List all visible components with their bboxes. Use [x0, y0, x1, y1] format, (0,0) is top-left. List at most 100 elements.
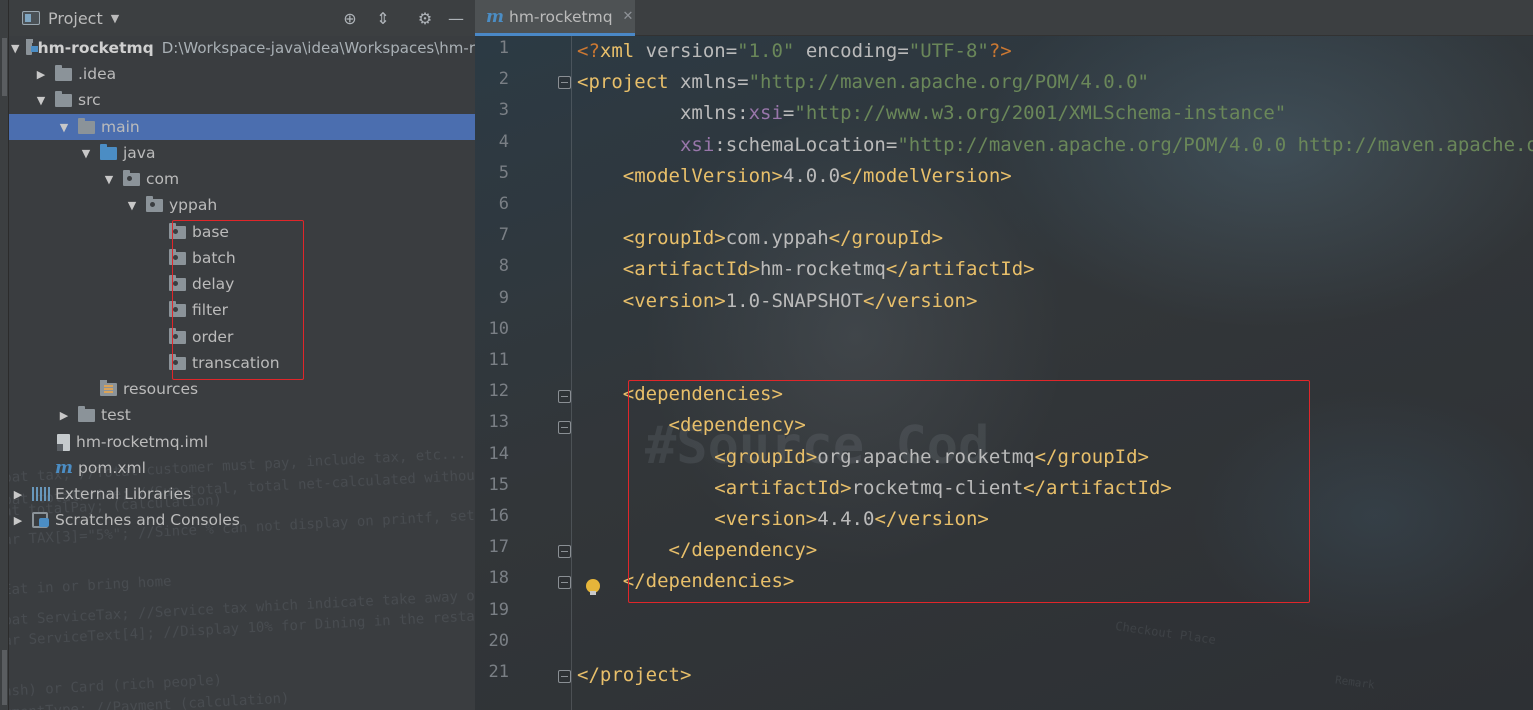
fold-marker[interactable]: [558, 670, 571, 683]
code-token: ?>: [988, 40, 1012, 62]
line-number: 18: [488, 568, 509, 589]
maven-icon: m: [486, 6, 504, 27]
tree-item-label: hm-rocketmq: [37, 39, 154, 57]
fold-marker[interactable]: [558, 390, 571, 403]
minimize-icon[interactable]: —: [446, 9, 466, 29]
package-icon: [169, 353, 186, 370]
wallpaper-text: ar ServiceText[4]; //Display 10% for Din…: [9, 606, 475, 650]
line-number: 15: [488, 474, 509, 495]
fold-marker[interactable]: [558, 421, 571, 434]
code-line: <dependency>: [577, 410, 806, 441]
package-icon: [169, 248, 186, 265]
tree-item-resources[interactable]: resources: [9, 376, 475, 402]
tree-item-order[interactable]: order: [9, 324, 475, 350]
resources-folder-icon: [100, 379, 117, 396]
tree-item-batch[interactable]: batch: [9, 245, 475, 271]
code-token: xmlns=: [679, 71, 749, 94]
wallpaper-text: ash) or Card (rich people): [9, 672, 223, 700]
tree-item-hm-rocketmq[interactable]: ▼ hm-rocketmq D:\Workspace-java\idea\Works…: [9, 35, 475, 61]
line-number: 10: [488, 318, 509, 339]
left-tool-stripe[interactable]: [0, 0, 9, 710]
code-token: <project: [577, 71, 680, 94]
editor-tab-hm-rocketmq[interactable]: m hm-rocketmq ✕: [475, 0, 635, 36]
code-token: "http://maven.apache.org/POM/4.0.0 http:…: [897, 133, 1533, 156]
gear-icon[interactable]: ⚙: [415, 9, 435, 29]
tree-item-label: com: [146, 170, 180, 188]
tree-item-src[interactable]: ▼ src: [9, 87, 475, 113]
caret-down-icon[interactable]: ▼: [111, 12, 119, 25]
wallpaper-text: oat ServiceTax; //Service tax which indi…: [9, 587, 475, 629]
fold-marker[interactable]: [558, 576, 571, 589]
tree-item-java[interactable]: ▼ java: [9, 140, 475, 166]
expand-arrow-icon[interactable]: ▼: [34, 94, 48, 107]
code-token: 1.0-SNAPSHOT: [725, 289, 863, 312]
expand-arrow-icon[interactable]: ▼: [79, 147, 93, 160]
tree-item-label: hm-rocketmq.iml: [76, 433, 209, 451]
tree-item-transcation[interactable]: transcation: [9, 350, 475, 376]
tree-item-main[interactable]: ▼ main: [9, 114, 475, 140]
tree-item-yppah[interactable]: ▼ yppah: [9, 192, 475, 218]
expand-arrow-icon[interactable]: ▼: [57, 121, 71, 134]
tree-item-idea[interactable]: ▶ .idea: [9, 61, 475, 87]
project-tool-tab[interactable]: [2, 38, 7, 96]
tree-item-scratches-and-consoles[interactable]: ▶ Scratches and Consoles: [9, 507, 475, 533]
code-line: </project>: [577, 660, 691, 691]
expand-arrow-icon[interactable]: ▼: [11, 42, 19, 55]
code-token: 4.4.0: [817, 508, 875, 530]
line-number: 7: [498, 225, 509, 246]
line-number: 12: [488, 381, 509, 402]
package-icon: [169, 222, 186, 239]
crosshair-icon[interactable]: ⊕: [340, 9, 360, 29]
code-token: "UTF-8": [908, 40, 989, 62]
code-editor[interactable]: <?xml version="1.0" encoding="UTF-8"?> <p…: [577, 36, 1533, 710]
structure-tool-tab[interactable]: [2, 650, 7, 705]
tree-item-base[interactable]: base: [9, 219, 475, 245]
package-icon: [146, 195, 163, 212]
tree-item-com[interactable]: ▼ com: [9, 166, 475, 192]
tree-item-label: External Libraries: [55, 485, 192, 503]
code-token: <groupId>: [714, 445, 818, 468]
code-token: encoding=: [794, 40, 909, 62]
tree-item-label: order: [192, 328, 234, 346]
expand-arrow-icon[interactable]: ▼: [102, 173, 116, 186]
code-line: <artifactId>hm-rocketmq</artifactId>: [577, 254, 1035, 285]
code-token: <groupId>: [622, 227, 726, 250]
collapse-all-icon[interactable]: ⇕: [373, 9, 393, 29]
collapse-arrow-icon[interactable]: ▶: [57, 409, 71, 422]
code-line: <?xml version="1.0" encoding="UTF-8"?>: [577, 36, 1012, 67]
code-token: "http://www.w3.org/2001/XMLSchema-instan…: [794, 102, 1287, 125]
wallpaper-text: Eat in or bring home: [9, 573, 172, 599]
collapse-arrow-icon[interactable]: ▶: [11, 514, 25, 527]
tree-item-delay[interactable]: delay: [9, 271, 475, 297]
code-line: <modelVersion>4.0.0</modelVersion>: [577, 161, 1012, 192]
fold-marker[interactable]: [558, 76, 571, 89]
tree-item-hm-rocketmq-iml[interactable]: hm-rocketmq.iml: [9, 429, 475, 455]
fold-marker[interactable]: [558, 545, 571, 558]
code-token: =: [782, 102, 795, 125]
expand-arrow-icon[interactable]: ▼: [125, 199, 139, 212]
collapse-arrow-icon[interactable]: ▶: [11, 488, 25, 501]
project-panel-title[interactable]: Project: [48, 9, 103, 28]
code-line: <artifactId>rocketmq-client</artifactId>: [577, 473, 1172, 504]
code-token: </dependency>: [668, 539, 818, 562]
tree-item-pom-xml[interactable]: m pom.xml: [9, 455, 475, 481]
code-token: </version>: [874, 508, 989, 530]
close-icon[interactable]: ✕: [623, 9, 634, 24]
tree-item-test[interactable]: ▶ test: [9, 402, 475, 428]
package-icon: [169, 274, 186, 291]
tree-item-external-libraries[interactable]: ▶ External Libraries: [9, 481, 475, 507]
tree-item-label: src: [78, 91, 101, 109]
tree-item-filter[interactable]: filter: [9, 297, 475, 323]
folder-icon: [55, 90, 72, 107]
code-token: <dependency>: [668, 414, 806, 437]
line-number-gutter: 1 2 3 4 5 6 7 8 9 10 11 12 13 14 15 16 17 18 19 20 21: [475, 36, 525, 710]
collapse-arrow-icon[interactable]: ▶: [34, 68, 48, 81]
tree-item-label: resources: [123, 380, 199, 398]
